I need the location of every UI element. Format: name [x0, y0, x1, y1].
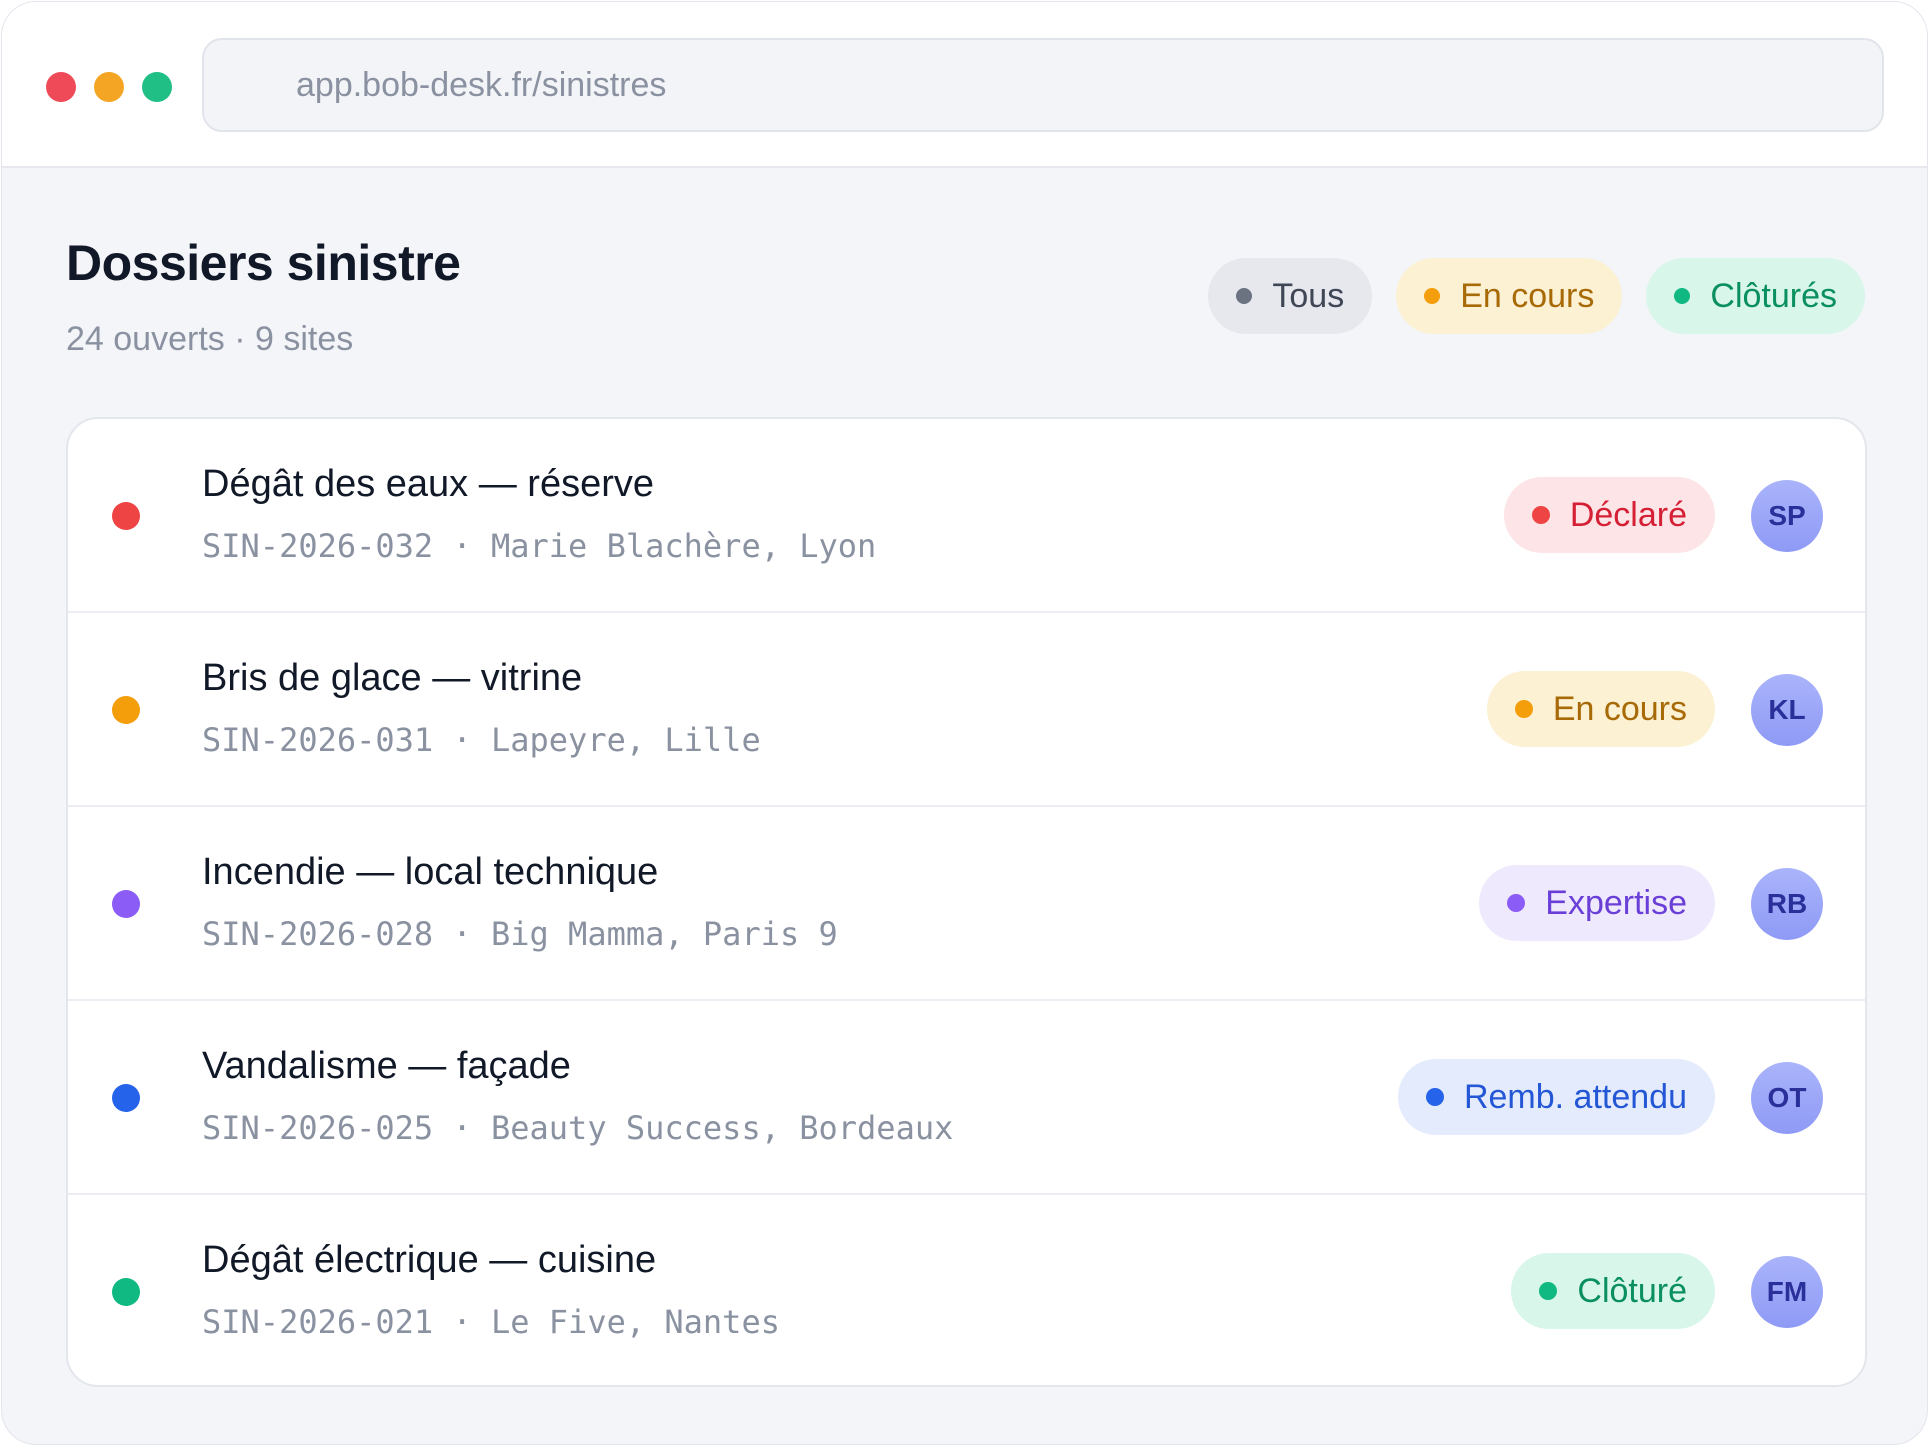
address-url: app.bob-desk.fr/sinistres	[296, 65, 667, 104]
assignee-avatar[interactable]: RB	[1751, 868, 1823, 940]
claim-row[interactable]: Vandalisme — façade SIN-2026-025 · Beaut…	[68, 1001, 1865, 1195]
zoom-window-button[interactable]	[142, 72, 172, 102]
minimize-window-button[interactable]	[94, 72, 124, 102]
status-dot-icon	[1531, 506, 1550, 524]
assignee-avatar[interactable]: SP	[1751, 480, 1823, 552]
filter-chip-tous[interactable]: Tous	[1208, 258, 1373, 334]
claim-row[interactable]: Dégât des eaux — réserve SIN-2026-032 · …	[68, 419, 1865, 613]
status-label: En cours	[1552, 689, 1687, 728]
claim-status-dot-icon	[112, 1278, 140, 1306]
claim-title: Vandalisme — façade	[202, 1045, 571, 1087]
claim-title: Dégât des eaux — réserve	[202, 463, 655, 505]
status-label: Clôturé	[1577, 1271, 1687, 1310]
claim-title: Dégât électrique — cuisine	[202, 1239, 657, 1281]
filter-chips: Tous En cours Clôturés	[1208, 258, 1865, 334]
close-window-button[interactable]	[46, 72, 76, 102]
claim-status-badge: Clôturé	[1511, 1253, 1715, 1329]
claim-row[interactable]: Incendie — local technique SIN-2026-028 …	[68, 807, 1865, 1001]
claim-meta: SIN-2026-031 · Lapeyre, Lille	[202, 721, 761, 759]
claim-status-badge: Déclaré	[1503, 477, 1715, 553]
claim-status-dot-icon	[112, 696, 140, 724]
claim-status-dot-icon	[112, 502, 140, 530]
status-label: Remb. attendu	[1463, 1077, 1687, 1116]
status-dot-icon	[1514, 700, 1533, 718]
status-dot-icon	[1425, 1088, 1444, 1106]
claim-status-badge: Remb. attendu	[1397, 1059, 1715, 1135]
filter-label: Clôturés	[1710, 276, 1837, 315]
filter-chip-clotures[interactable]: Clôturés	[1646, 258, 1865, 334]
claim-status-dot-icon	[112, 890, 140, 918]
filter-label: En cours	[1460, 276, 1595, 315]
title-bar: app.bob-desk.fr/sinistres	[2, 2, 1927, 168]
filter-dot-icon	[1674, 288, 1691, 304]
assignee-avatar[interactable]: KL	[1751, 674, 1823, 746]
filter-dot-icon	[1424, 288, 1441, 304]
assignee-avatar[interactable]: FM	[1751, 1256, 1823, 1328]
status-label: Déclaré	[1569, 495, 1687, 534]
claim-meta: SIN-2026-025 · Beauty Success, Bordeaux	[202, 1109, 954, 1147]
claim-status-dot-icon	[112, 1084, 140, 1112]
claim-title: Bris de glace — vitrine	[202, 657, 583, 699]
claim-meta: SIN-2026-021 · Le Five, Nantes	[202, 1303, 780, 1341]
claim-status-badge: En cours	[1486, 671, 1715, 747]
address-bar[interactable]: app.bob-desk.fr/sinistres	[202, 38, 1884, 132]
claim-title: Incendie — local technique	[202, 851, 659, 893]
claim-status-badge: Expertise	[1479, 865, 1715, 941]
page-title: Dossiers sinistre	[66, 235, 461, 291]
browser-window: app.bob-desk.fr/sinistres Dossiers sinis…	[2, 2, 1927, 1444]
status-dot-icon	[1539, 1282, 1558, 1300]
status-dot-icon	[1507, 894, 1526, 912]
filter-dot-icon	[1236, 288, 1253, 304]
claim-row[interactable]: Dégât électrique — cuisine SIN-2026-021 …	[68, 1195, 1865, 1385]
page-subtitle: 24 ouverts · 9 sites	[66, 320, 354, 358]
status-label: Expertise	[1545, 883, 1687, 922]
filter-chip-en-cours[interactable]: En cours	[1396, 258, 1623, 334]
assignee-avatar[interactable]: OT	[1751, 1062, 1823, 1134]
claim-meta: SIN-2026-032 · Marie Blachère, Lyon	[202, 527, 877, 565]
claim-row[interactable]: Bris de glace — vitrine SIN-2026-031 · L…	[68, 613, 1865, 807]
claims-list: Dégât des eaux — réserve SIN-2026-032 · …	[66, 417, 1867, 1387]
claim-meta: SIN-2026-028 · Big Mamma, Paris 9	[202, 915, 838, 953]
filter-label: Tous	[1272, 276, 1345, 315]
